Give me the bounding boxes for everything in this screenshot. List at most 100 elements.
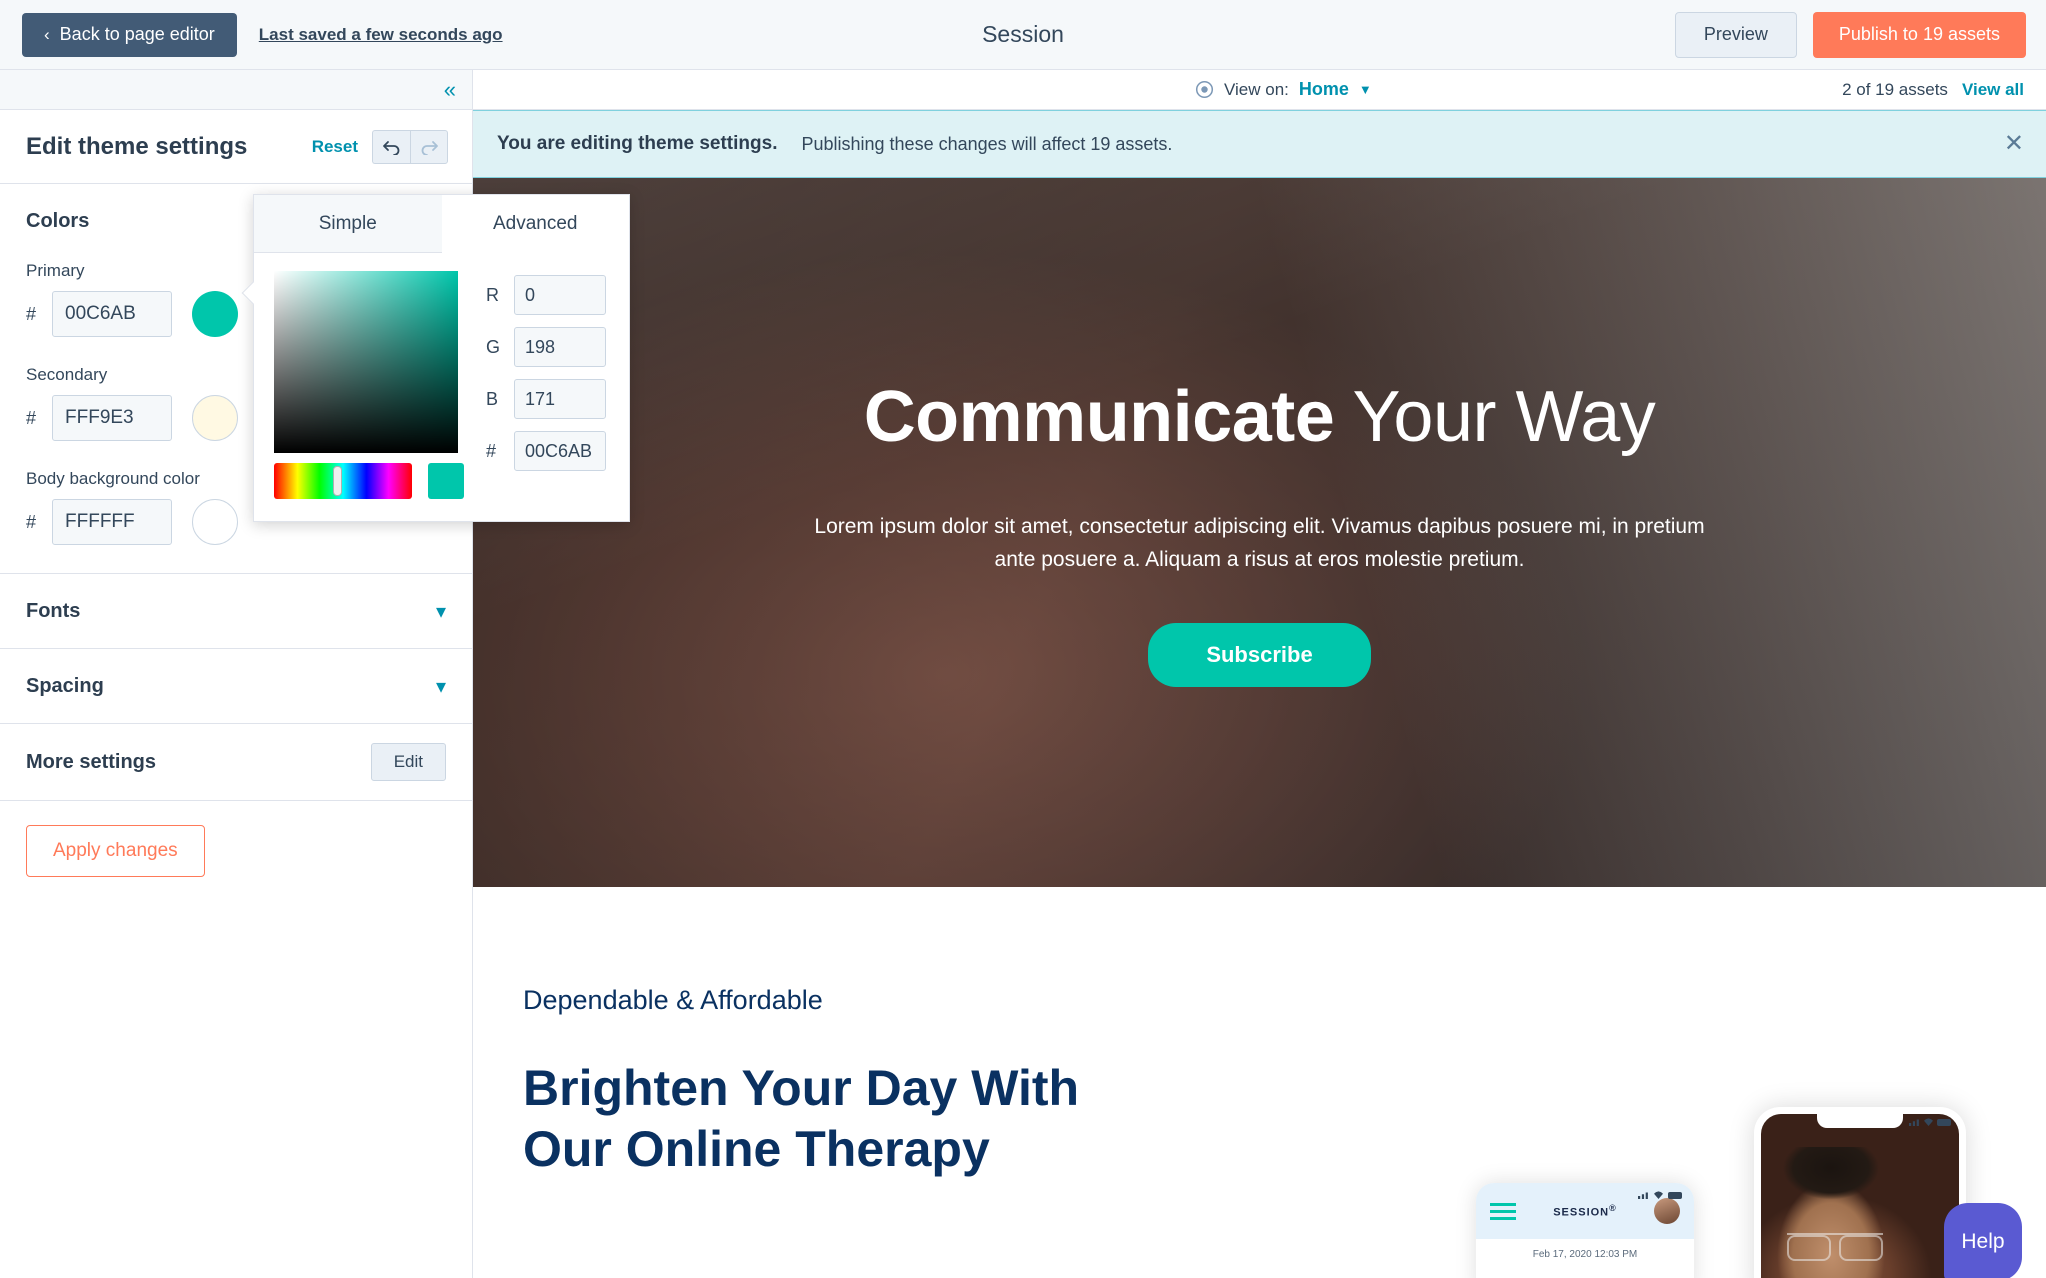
battery-icon	[1668, 1191, 1682, 1199]
body-background-color-swatch[interactable]	[192, 499, 238, 545]
view-on-group: View on: Home ▼	[1195, 79, 1372, 100]
back-button-label: Back to page editor	[59, 24, 215, 44]
phone-message-timestamp: Feb 17, 2020 12:03 PM	[1532, 1249, 1638, 1260]
phone-video-screen	[1761, 1114, 1959, 1278]
phone-status-icons	[1638, 1191, 1682, 1199]
more-settings-label: More settings	[26, 750, 157, 773]
lower-section: Dependable & Affordable Brighten Your Da…	[473, 887, 2046, 1278]
signal-icon	[1638, 1192, 1648, 1199]
undo-button[interactable]	[372, 129, 410, 164]
primary-hex-input[interactable]	[52, 291, 172, 337]
view-all-link[interactable]: View all	[1962, 80, 2024, 100]
rgb-row-r: R	[486, 275, 606, 315]
more-settings-row: More settings Edit	[0, 724, 472, 800]
sidebar-header: Edit theme settings Reset	[0, 110, 472, 183]
saturation-value-area[interactable]	[274, 271, 471, 453]
hamburger-menu-icon	[1490, 1202, 1516, 1220]
last-saved-link[interactable]: Last saved a few seconds ago	[259, 25, 503, 45]
publish-button[interactable]: Publish to 19 assets	[1812, 11, 2026, 58]
b-input[interactable]	[514, 379, 606, 419]
signal-icon	[1909, 1119, 1919, 1126]
back-to-page-editor-button[interactable]: ‹ Back to page editor	[22, 12, 237, 57]
chevron-double-left-icon[interactable]: «	[444, 78, 456, 101]
hero-title: Communicate Your Way	[473, 378, 2046, 457]
accordion-spacing[interactable]: Spacing ▾	[0, 649, 472, 723]
rgb-row-hex: #	[486, 431, 606, 471]
top-header: ‹ Back to page editor Last saved a few s…	[0, 0, 2046, 70]
video-call-person	[1765, 1147, 1897, 1278]
close-icon[interactable]: ✕	[2004, 132, 2024, 156]
tab-simple[interactable]: Simple	[254, 195, 442, 253]
chevron-down-icon: ▾	[435, 600, 446, 623]
hero-title-rest: Your Way	[1334, 377, 1656, 458]
hash-symbol: #	[26, 511, 37, 532]
hex-label: #	[486, 440, 497, 461]
hero-subtitle: Lorem ipsum dolor sit amet, consectetur …	[814, 514, 1705, 572]
sidebar-title: Edit theme settings	[26, 132, 248, 160]
wifi-icon	[1924, 1118, 1933, 1126]
hue-slider-row	[274, 463, 464, 499]
avatar-icon	[1653, 1198, 1680, 1224]
rgb-row-g: G	[486, 327, 606, 367]
hash-symbol: #	[26, 407, 37, 428]
b-label: B	[486, 388, 499, 409]
phone-app-header: SESSION®	[1476, 1183, 1694, 1239]
hero-title-bold: Communicate	[863, 377, 1335, 458]
saturation-value-handle[interactable]	[458, 307, 471, 320]
asset-count-group: 2 of 19 assets View all	[1842, 80, 2024, 100]
preview-pane: View on: Home ▼ 2 of 19 assets View all …	[473, 70, 2046, 1278]
battery-icon	[1937, 1118, 1951, 1126]
banner-headline: You are editing theme settings.	[497, 133, 778, 154]
session-logo: SESSION®	[1553, 1203, 1617, 1219]
banner-message: Publishing these changes will affect 19 …	[801, 133, 1173, 154]
chevron-down-icon: ▾	[435, 675, 446, 698]
view-toolbar: View on: Home ▼ 2 of 19 assets View all	[473, 70, 2046, 110]
phone-notch	[1817, 1114, 1903, 1128]
eye-icon	[1195, 80, 1214, 99]
registered-mark-icon: ®	[1609, 1203, 1617, 1214]
asset-count-label: 2 of 19 assets	[1842, 79, 1948, 99]
accordion-fonts[interactable]: Fonts ▾	[0, 574, 472, 648]
secondary-hex-input[interactable]	[52, 395, 172, 441]
view-on-label: View on:	[1224, 79, 1289, 99]
tab-advanced[interactable]: Advanced	[441, 195, 629, 253]
preview-button[interactable]: Preview	[1674, 11, 1797, 58]
header-actions: Preview Publish to 19 assets	[1674, 11, 2026, 58]
color-preview-swatch	[428, 463, 464, 499]
primary-color-swatch[interactable]	[192, 291, 238, 337]
fonts-label: Fonts	[26, 599, 81, 622]
hue-slider[interactable]	[274, 463, 412, 499]
hue-slider-handle[interactable]	[333, 466, 342, 496]
g-label: G	[486, 336, 501, 357]
caret-down-icon[interactable]: ▼	[1359, 82, 1372, 97]
hash-symbol: #	[26, 303, 37, 324]
phone-mockup-small: SESSION® Feb 17, 2020 12:03 PM	[1476, 1183, 1694, 1278]
help-button[interactable]: Help	[1944, 1203, 2022, 1278]
wifi-icon	[1654, 1191, 1663, 1199]
rgb-row-b: B	[486, 379, 606, 419]
edit-more-settings-button[interactable]: Edit	[370, 743, 446, 781]
chevron-left-icon: ‹	[44, 25, 50, 44]
view-on-dropdown[interactable]: Home	[1299, 79, 1349, 100]
secondary-color-swatch[interactable]	[192, 395, 238, 441]
glasses-icon	[1787, 1233, 1883, 1261]
color-picker-popover: Simple Advanced R G	[241, 194, 630, 522]
color-picker-left	[274, 271, 471, 499]
phone-status-icons	[1909, 1118, 1951, 1126]
undo-redo-group	[372, 129, 448, 164]
hero-section: Communicate Your Way Lorem ipsum dolor s…	[473, 178, 2046, 887]
rgb-hex-fields: R G B #	[486, 271, 606, 499]
redo-arrow-icon	[421, 140, 438, 155]
body-background-hex-input[interactable]	[52, 499, 172, 545]
apply-changes-button[interactable]: Apply changes	[26, 825, 205, 877]
phone-mockup-large	[1754, 1107, 1966, 1278]
g-input[interactable]	[514, 327, 606, 367]
subscribe-button[interactable]: Subscribe	[1148, 622, 1371, 687]
spacing-label: Spacing	[26, 674, 104, 697]
redo-button[interactable]	[410, 129, 448, 164]
r-input[interactable]	[514, 275, 606, 315]
hex-input[interactable]	[514, 431, 606, 471]
undo-arrow-icon	[382, 140, 399, 155]
reset-button[interactable]: Reset	[312, 137, 358, 157]
r-label: R	[486, 284, 499, 305]
